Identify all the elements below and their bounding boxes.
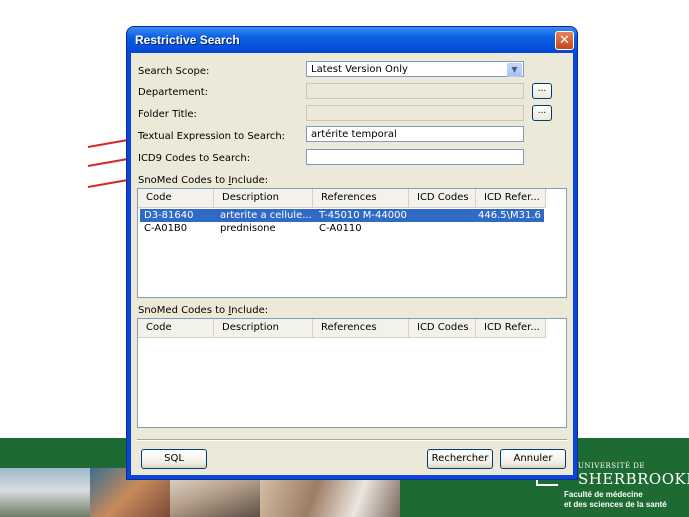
column-header-description[interactable]: Description <box>214 189 313 207</box>
annuler-button[interactable]: Annuler <box>500 449 566 469</box>
table-header: Code Description References ICD Codes IC… <box>138 189 546 208</box>
column-header-references[interactable]: References <box>313 189 409 207</box>
textual-expression-label: Textual Expression to Search: <box>138 131 286 142</box>
row-cell-description: arterite a cellule... <box>220 210 312 221</box>
logo-name-text: SHERBROOKE <box>578 470 689 488</box>
column-header-icd-codes[interactable]: ICD Codes <box>409 189 476 207</box>
column-header-code[interactable]: Code <box>138 319 214 337</box>
sql-button[interactable]: SQL <box>141 449 207 469</box>
row-cell-icd-references <box>474 222 544 235</box>
column-header-description[interactable]: Description <box>214 319 313 337</box>
snomed-include-label: SnoMed Codes to Include: <box>138 175 269 186</box>
textual-expression-input[interactable]: artérite temporal <box>306 126 524 142</box>
search-scope-select[interactable]: Latest Version Only ▼ <box>306 61 524 77</box>
row-cell-description: prednisone <box>220 223 276 234</box>
icd9-input[interactable] <box>306 149 524 165</box>
table-row[interactable]: C-A01B0 prednisone C-A0110 <box>140 222 544 235</box>
logo-top-text: UNIVERSITÉ DE <box>578 462 646 470</box>
snomed-include-table[interactable]: Code Description References ICD Codes IC… <box>137 188 567 298</box>
chevron-down-icon[interactable]: ▼ <box>507 63 522 77</box>
snomed-include-label-2: SnoMed Codes to Include: <box>138 305 269 316</box>
close-button[interactable]: ✕ <box>555 31 574 50</box>
row-cell-icd-references: 446.5\M31.6 <box>478 210 541 221</box>
dialog-title: Restrictive Search <box>135 33 240 47</box>
dialog-titlebar[interactable]: Restrictive Search ✕ <box>127 27 577 53</box>
restrictive-search-dialog: Restrictive Search ✕ Search Scope: Lates… <box>127 27 577 479</box>
departement-browse-button[interactable]: ... <box>532 83 552 99</box>
table-row[interactable]: D3-81640 arterite a cellule... T-45010 M… <box>140 209 544 222</box>
departement-label: Departement: <box>138 87 209 98</box>
row-cell-code: D3-81640 <box>144 210 194 221</box>
row-cell-icd-codes <box>411 222 474 235</box>
snomed-include-table-2[interactable]: Code Description References ICD Codes IC… <box>137 318 567 428</box>
folder-title-field <box>306 105 524 121</box>
dialog-body: Search Scope: Latest Version Only ▼ Depa… <box>131 53 573 475</box>
column-header-references[interactable]: References <box>313 319 409 337</box>
table-header: Code Description References ICD Codes IC… <box>138 319 546 338</box>
folder-title-label: Folder Title: <box>138 109 197 120</box>
column-header-icd-codes[interactable]: ICD Codes <box>409 319 476 337</box>
hospital-building-photo <box>0 468 90 517</box>
row-cell-references: C-A0110 <box>319 223 362 234</box>
logo-subtitle: Faculté de médecine et des sciences de l… <box>564 490 667 509</box>
icd9-label: ICD9 Codes to Search: <box>138 153 251 164</box>
rechercher-button[interactable]: Rechercher <box>427 449 493 469</box>
row-cell-references: T-45010 M-44000 <box>319 210 407 221</box>
column-header-icd-references[interactable]: ICD Refer... <box>476 189 546 207</box>
folder-title-browse-button[interactable]: ... <box>532 105 552 121</box>
button-separator <box>137 439 567 441</box>
departement-field <box>306 83 524 99</box>
row-cell-code: C-A01B0 <box>144 223 188 234</box>
column-header-code[interactable]: Code <box>138 189 214 207</box>
search-scope-label: Search Scope: <box>138 66 210 77</box>
row-cell-icd-codes <box>411 209 474 222</box>
column-header-icd-references[interactable]: ICD Refer... <box>476 319 546 337</box>
